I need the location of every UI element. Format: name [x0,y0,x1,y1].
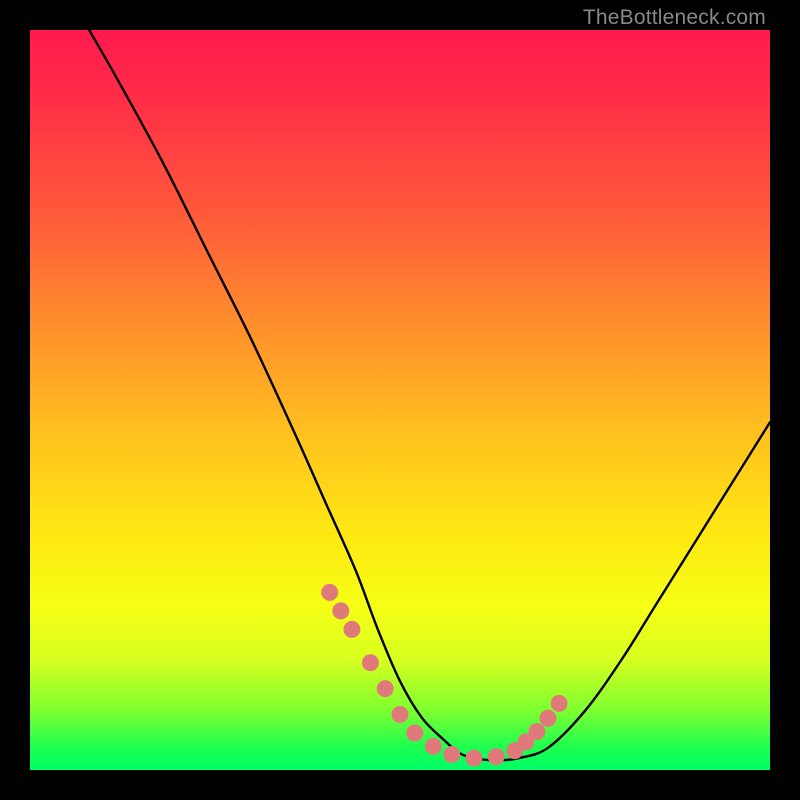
plot-overlay [30,30,770,770]
marker-dot [425,738,442,755]
marker-dot [392,706,409,723]
marker-dot [488,748,505,765]
plot-area [30,30,770,770]
marker-dot [377,680,394,697]
marker-dot [362,654,379,671]
marker-dot [343,621,360,638]
marker-dot [466,750,483,767]
marker-dot [332,602,349,619]
marker-dot [406,725,423,742]
chart-frame: TheBottleneck.com [0,0,800,800]
marker-dot [321,584,338,601]
marker-dot [540,710,557,727]
marker-dot [551,695,568,712]
marker-dot [443,746,460,763]
marker-dot [528,723,545,740]
curve-line [89,30,770,760]
watermark-text: TheBottleneck.com [583,6,766,30]
